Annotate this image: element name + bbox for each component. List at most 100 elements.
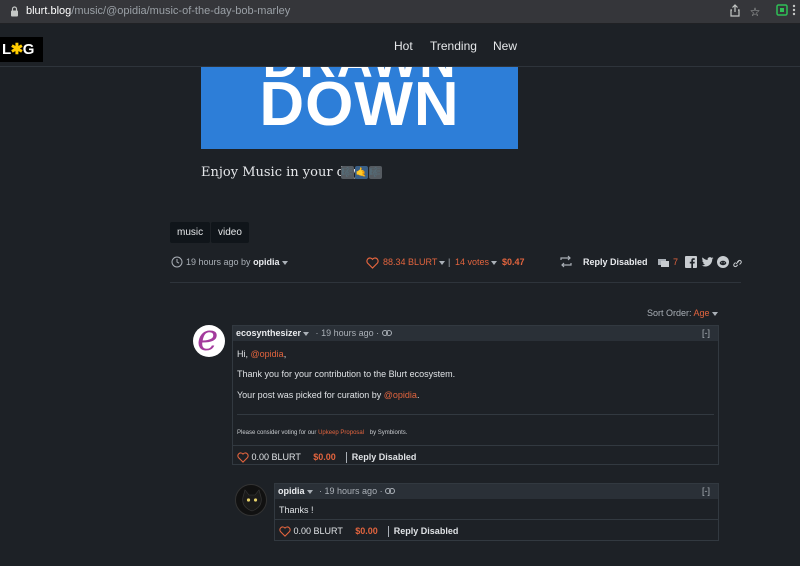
- avatar[interactable]: [235, 484, 267, 516]
- footnote-text: Please consider voting for our: [237, 430, 317, 436]
- comment-card: opidia · 19 hours ago · [-] Thanks ! 0.0…: [274, 483, 719, 541]
- menu-dots-icon[interactable]: [786, 4, 800, 20]
- heart-icon[interactable]: [366, 256, 379, 269]
- comment-author[interactable]: opidia: [278, 486, 305, 496]
- comment-time[interactable]: 19 hours ago: [325, 486, 378, 496]
- tag-video[interactable]: video: [211, 222, 249, 243]
- comment-time[interactable]: 19 hours ago: [321, 328, 374, 338]
- collapse-toggle[interactable]: [-]: [702, 326, 710, 341]
- reply-disabled-text: Reply Disabled: [351, 452, 417, 462]
- separator: [346, 452, 348, 464]
- post-divider: [170, 282, 741, 283]
- chevron-down-icon[interactable]: [711, 311, 718, 316]
- comment-line: Thanks !: [279, 505, 314, 515]
- comment-footnote: Please consider voting for our Upkeep Pr…: [237, 430, 407, 436]
- reblog-icon[interactable]: [559, 255, 573, 268]
- comment-author[interactable]: ecosynthesizer: [236, 328, 301, 338]
- site-logo[interactable]: L✱G: [0, 37, 43, 62]
- comment-line: Your post was picked for curation by @op…: [237, 390, 419, 400]
- url-path: /music/@opidia/music-of-the-day-bob-marl…: [71, 5, 291, 17]
- music-score-emoji: 🎼: [341, 166, 354, 179]
- comment-payout[interactable]: 0.00 BLURT: [294, 526, 343, 536]
- comment-divider: [233, 445, 718, 446]
- vote-separator: |: [448, 257, 451, 267]
- tag-music[interactable]: music: [170, 222, 211, 243]
- logo-star-icon: ✱: [10, 41, 24, 58]
- comment-separator: ·: [315, 328, 319, 338]
- payout-amount: 88.34 BLURT: [383, 257, 438, 267]
- footnote-text: by Symbionts.: [369, 430, 408, 436]
- comment-separator: ·: [319, 486, 323, 496]
- comment-footer: 0.00 BLURT $0.00 Reply Disabled: [237, 451, 417, 464]
- avatar[interactable]: e: [193, 325, 225, 357]
- post-intro-text: Enjoy Music in your day: [201, 165, 361, 180]
- url-field[interactable]: blurt.blog/music/@opidia/music-of-the-da…: [26, 5, 290, 17]
- post-payout[interactable]: 88.34 BLURT: [383, 255, 446, 269]
- banner-main-text: DOWN: [259, 70, 460, 139]
- value-amount: $0.47: [502, 257, 525, 267]
- comment-separator: ·: [379, 486, 383, 496]
- post-banner-image: DRAWN DOWN: [201, 67, 518, 149]
- comment-divider: [275, 519, 718, 520]
- separator: [388, 526, 390, 538]
- comment-line: Thank you for your contribution to the B…: [237, 369, 456, 379]
- chevron-down-icon[interactable]: [491, 260, 498, 265]
- votes-count: 14 votes: [455, 257, 490, 267]
- chevron-down-icon[interactable]: [306, 489, 313, 494]
- avatar-letter: e: [197, 325, 219, 357]
- line-punctuation: .: [416, 390, 420, 400]
- music-score-emoji: 🎼: [369, 166, 382, 179]
- lock-icon: [10, 6, 19, 17]
- post-value: $0.47: [502, 255, 525, 269]
- upkeep-proposal-link[interactable]: Upkeep Proposal: [318, 430, 364, 436]
- heart-icon[interactable]: [237, 452, 249, 463]
- comment-count-text: 7: [673, 257, 679, 267]
- reddit-icon[interactable]: [717, 255, 730, 268]
- post-author-link[interactable]: opidia: [253, 257, 280, 267]
- mention-link[interactable]: @opidia: [384, 390, 417, 400]
- comment-header: opidia · 19 hours ago · [-]: [275, 484, 718, 499]
- clock-icon: [171, 255, 183, 268]
- link-icon[interactable]: [381, 328, 392, 338]
- sort-label: Sort Order:: [647, 308, 692, 318]
- facebook-icon[interactable]: [685, 255, 698, 268]
- nav-hot[interactable]: Hot: [394, 39, 413, 53]
- comment-payout[interactable]: 0.00 BLURT: [252, 452, 301, 462]
- url-domain: blurt.blog: [26, 5, 72, 17]
- browser-address-bar: blurt.blog/music/@opidia/music-of-the-da…: [0, 0, 800, 24]
- comment-count[interactable]: 7: [673, 255, 678, 269]
- collapse-toggle[interactable]: [-]: [702, 484, 710, 499]
- reply-disabled-text: Reply Disabled: [393, 526, 459, 536]
- comment-divider: [237, 414, 714, 415]
- time-text: 19 hours ago by: [186, 257, 251, 267]
- logo-text: L: [2, 41, 11, 58]
- twitter-icon[interactable]: [701, 255, 714, 267]
- mention-link[interactable]: @opidia: [251, 349, 284, 359]
- line-text: Your post was picked for curation by: [237, 390, 382, 400]
- comment-value: $0.00: [313, 452, 336, 462]
- link-icon[interactable]: [733, 256, 742, 268]
- comment-footer: 0.00 BLURT $0.00 Reply Disabled: [279, 525, 459, 538]
- comments-icon[interactable]: [657, 256, 670, 268]
- heart-icon[interactable]: [279, 526, 291, 537]
- chevron-down-icon[interactable]: [439, 260, 446, 265]
- share-icon[interactable]: [727, 4, 743, 20]
- reply-disabled-label: Reply Disabled: [583, 255, 648, 269]
- chevron-down-icon[interactable]: [303, 331, 310, 336]
- star-icon[interactable]: ☆: [747, 4, 763, 20]
- greeting-text: Hi,: [237, 349, 248, 359]
- comment-header: ecosynthesizer · 19 hours ago · [-]: [233, 326, 718, 341]
- comment-card: ecosynthesizer · 19 hours ago · [-] Hi, …: [232, 325, 719, 465]
- hand-emoji: 🤙: [355, 166, 368, 179]
- nav-trending[interactable]: Trending: [430, 39, 477, 53]
- link-icon[interactable]: [385, 486, 396, 496]
- sort-order-control[interactable]: Sort Order: Age: [647, 308, 718, 318]
- comment-value: $0.00: [355, 526, 378, 536]
- nav-new[interactable]: New: [493, 39, 517, 53]
- post-timestamp: 19 hours ago by opidia: [186, 255, 288, 269]
- logo-text: G: [22, 41, 35, 58]
- chevron-down-icon[interactable]: [281, 260, 288, 265]
- sort-value[interactable]: Age: [694, 308, 710, 318]
- post-votes[interactable]: 14 votes: [455, 255, 498, 269]
- comment-separator: ·: [376, 328, 380, 338]
